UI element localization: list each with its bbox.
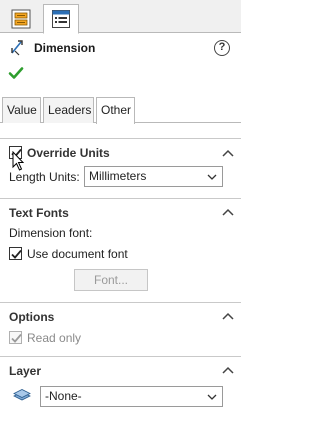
feature-manager-tab[interactable] bbox=[3, 4, 39, 33]
chevron-down-icon bbox=[207, 174, 217, 180]
layer-icon bbox=[13, 389, 31, 401]
use-document-font-checkbox[interactable] bbox=[9, 247, 22, 260]
chevron-down-icon bbox=[207, 394, 217, 400]
feature-manager-icon bbox=[11, 9, 31, 28]
property-manager-icon bbox=[52, 10, 70, 28]
text-fonts-title: Text Fonts bbox=[9, 206, 69, 220]
layer-value: -None- bbox=[45, 389, 82, 403]
section-divider bbox=[0, 356, 241, 357]
tab-value[interactable]: Value bbox=[2, 97, 41, 123]
layer-select[interactable]: -None- bbox=[40, 386, 223, 407]
dimension-icon bbox=[11, 40, 23, 56]
chevron-up-icon[interactable] bbox=[222, 312, 234, 320]
manager-tab-strip bbox=[0, 0, 241, 34]
length-units-select[interactable]: Millimeters bbox=[84, 166, 223, 187]
help-icon[interactable]: ? bbox=[214, 40, 230, 56]
options-title: Options bbox=[9, 310, 55, 324]
mouse-cursor-icon bbox=[12, 151, 25, 171]
page-title: Dimension bbox=[34, 41, 96, 55]
read-only-checkbox[interactable] bbox=[9, 331, 22, 344]
tab-other[interactable]: Other bbox=[96, 97, 135, 124]
use-document-font-label: Use document font bbox=[27, 247, 128, 261]
layer-title: Layer bbox=[9, 364, 42, 378]
check-mark-icon bbox=[11, 333, 22, 343]
chevron-up-icon[interactable] bbox=[222, 149, 234, 157]
tab-leaders[interactable]: Leaders bbox=[43, 97, 94, 123]
section-divider bbox=[0, 302, 241, 303]
font-button[interactable]: Font... bbox=[74, 269, 148, 291]
length-units-label: Length Units: bbox=[9, 170, 80, 184]
length-units-value: Millimeters bbox=[89, 169, 147, 183]
ok-check-icon[interactable] bbox=[8, 65, 24, 81]
section-divider bbox=[0, 138, 241, 139]
section-divider bbox=[0, 198, 241, 199]
property-manager-tab[interactable] bbox=[43, 4, 79, 34]
check-mark-icon bbox=[11, 249, 22, 259]
dimension-font-label: Dimension font: bbox=[9, 226, 93, 240]
property-tabs: Value Leaders Other bbox=[0, 96, 241, 124]
chevron-up-icon[interactable] bbox=[222, 208, 234, 216]
override-units-title: Override Units bbox=[27, 146, 110, 160]
chevron-up-icon[interactable] bbox=[222, 366, 234, 374]
read-only-label: Read only bbox=[27, 331, 82, 345]
